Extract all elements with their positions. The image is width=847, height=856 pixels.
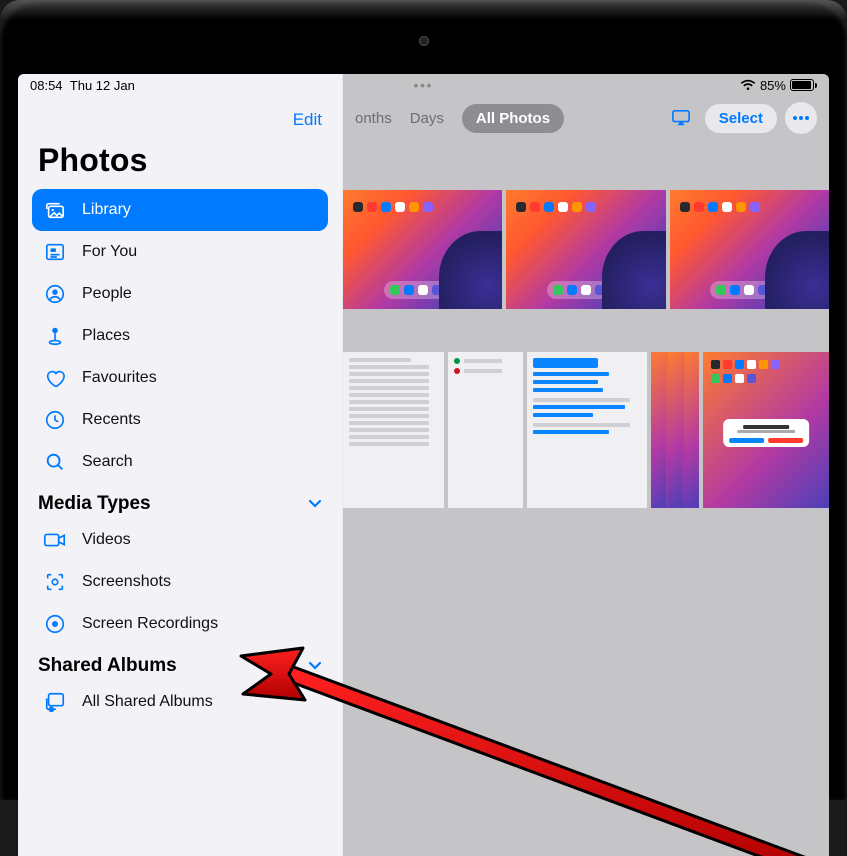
video-icon [42,531,68,549]
more-icon[interactable] [785,102,817,134]
ipad-bezel: 08:54 Thu 12 Jan ••• 85% Edit Photos [0,0,847,800]
status-bar: 08:54 Thu 12 Jan ••• 85% [18,74,829,96]
sidebar-item-label: Recents [82,411,141,429]
photo-thumb[interactable] [527,352,647,508]
section-label: Media Types [38,493,151,515]
photo-thumb[interactable] [670,190,829,309]
seg-months[interactable]: onths [355,110,392,127]
sidebar-item-favourites[interactable]: Favourites [32,357,328,399]
section-label: Shared Albums [38,655,177,677]
toolbar: onths Days All Photos Select [343,102,829,134]
photo-thumb[interactable] [343,190,502,309]
airplay-icon[interactable] [665,102,697,134]
people-icon [42,283,68,305]
sidebar-item-label: Videos [82,531,131,549]
photo-thumb[interactable] [506,190,665,309]
sidebar-item-places[interactable]: Places [32,315,328,357]
sidebar-item-label: Library [82,201,131,219]
view-segmented-control[interactable]: onths Days All Photos [355,104,564,133]
status-date: Thu 12 Jan [70,78,135,93]
sidebar-item-library[interactable]: Library [32,189,328,231]
edit-button[interactable]: Edit [293,110,322,130]
sidebar-item-label: Search [82,453,133,471]
sidebar-item-label: Screen Recordings [82,615,218,633]
photo-thumb[interactable] [448,352,524,508]
select-button[interactable]: Select [705,104,777,133]
sidebar-item-recents[interactable]: Recents [32,399,328,441]
sidebar-item-screen-recordings[interactable]: Screen Recordings [32,603,328,645]
record-icon [42,613,68,635]
chevron-down-icon [308,496,322,512]
heart-icon [42,368,68,388]
library-icon [42,200,68,220]
sidebar-title: Photos [38,142,322,179]
wifi-icon [740,79,756,91]
sidebar-item-label: People [82,285,132,303]
sidebar-item-label: All Shared Albums [82,693,213,711]
clock-icon [42,409,68,431]
sidebar-item-label: Screenshots [82,573,171,591]
sidebar-item-people[interactable]: People [32,273,328,315]
sidebar: Edit Photos Library For You [18,74,343,856]
sidebar-item-screenshots[interactable]: Screenshots [32,561,328,603]
sidebar-item-label: For You [82,243,137,261]
chevron-down-icon [308,658,322,674]
photo-thumb[interactable] [703,352,829,508]
shared-albums-icon [42,691,68,713]
front-camera [419,36,429,46]
battery-icon [790,79,817,91]
section-shared-albums[interactable]: Shared Albums [38,655,322,677]
search-icon [42,451,68,473]
main-content: onths Days All Photos Select [343,74,829,856]
photo-thumb[interactable] [651,352,699,508]
sidebar-item-label: Places [82,327,130,345]
photo-grid-row2 [343,352,829,508]
screen: 08:54 Thu 12 Jan ••• 85% Edit Photos [18,74,829,856]
section-media-types[interactable]: Media Types [38,493,322,515]
photo-thumb[interactable] [343,352,444,508]
photo-grid [343,190,829,309]
screenshot-icon [42,571,68,593]
sidebar-item-search[interactable]: Search [32,441,328,483]
places-icon [42,325,68,347]
multitask-dots-icon[interactable]: ••• [292,78,554,93]
sidebar-item-videos[interactable]: Videos [32,519,328,561]
for-you-icon [42,242,68,262]
battery-pct: 85% [760,78,786,93]
sidebar-item-for-you[interactable]: For You [32,231,328,273]
seg-days[interactable]: Days [410,110,444,127]
seg-all-photos[interactable]: All Photos [462,104,564,133]
status-time: 08:54 [30,78,63,93]
sidebar-item-all-shared-albums[interactable]: All Shared Albums [32,681,328,723]
sidebar-item-label: Favourites [82,369,157,387]
